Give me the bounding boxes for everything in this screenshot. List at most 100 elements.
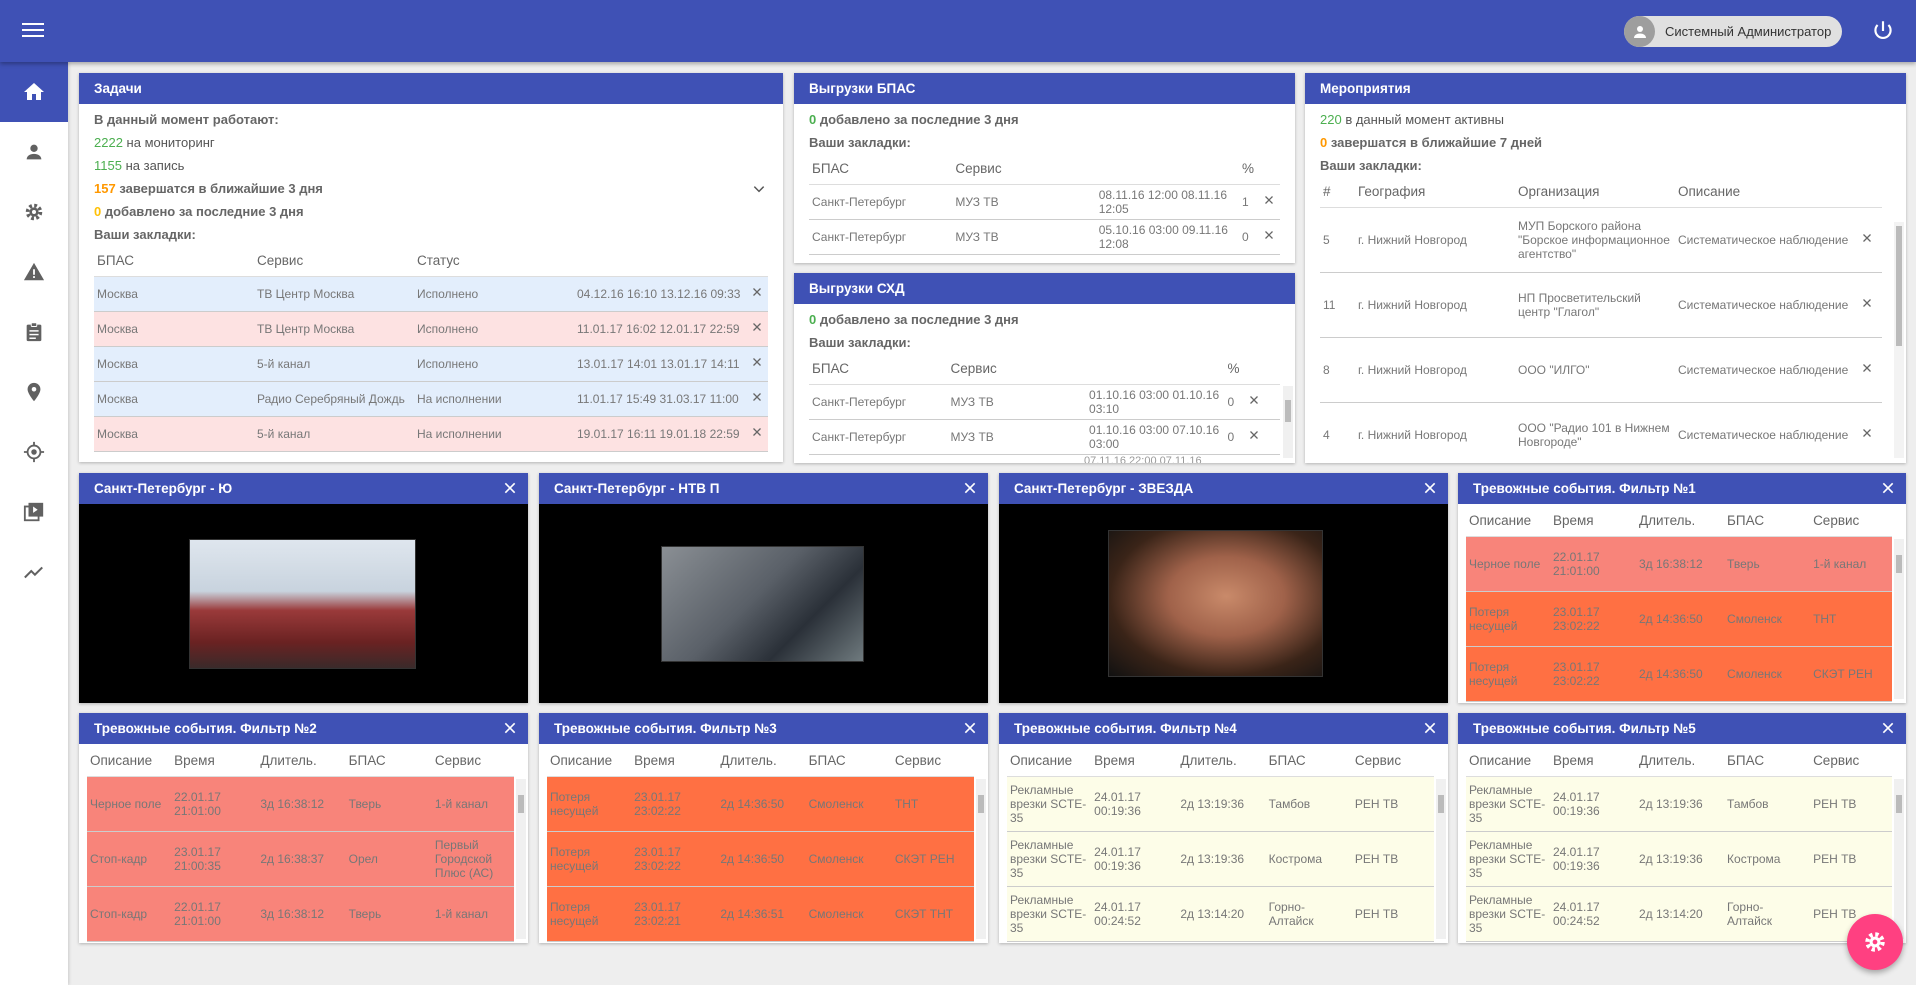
sidebar-item-alerts[interactable] [0,242,68,302]
settings-fab[interactable] [1847,914,1903,970]
cell-description: Рекламные врезки SCTE-35 [1466,886,1550,942]
video-icon [23,502,44,522]
sidebar-item-users[interactable] [0,122,68,182]
table-row[interactable]: Рекламные врезки SCTE-35 24.01.17 00:24:5… [1466,886,1892,942]
table-row[interactable]: Санкт-Петербург МУЗ ТВ 08.11.16 12:00 08.1… [809,184,1280,220]
cell-number: 5 [1320,207,1355,273]
table-row[interactable]: 5 г. Нижний Новгород МУП Борского района "… [1320,207,1882,273]
cell-service: ТНТ [1810,591,1892,647]
video-feed-1[interactable] [79,504,528,703]
close-icon[interactable] [1880,480,1896,496]
cell-time: 22.01.17 21:01:00 [171,776,258,832]
table-row[interactable]: Потеря несущей 23.01.17 23:02:22 2д 14:36:… [547,776,974,832]
scrollbar[interactable] [516,779,526,939]
close-icon[interactable] [751,391,763,403]
sidebar-item-stats[interactable] [0,542,68,602]
table-row[interactable]: 4 г. Нижний Новгород ООО "Радио 101 в Нижн… [1320,402,1882,463]
warning-icon [23,262,45,281]
table-row[interactable]: 8 г. Нижний Новгород ООО "ИЛГО" Систематиче… [1320,337,1882,403]
close-icon[interactable] [751,321,763,333]
table-row[interactable]: Рекламные врезки SCTE-35 24.01.17 00:19:3… [1466,776,1892,832]
close-icon[interactable] [502,480,518,496]
cell-service: Первый Городской Плюс (АС) [431,831,514,887]
close-icon[interactable] [1861,427,1873,439]
chevron-down-icon[interactable] [752,182,766,196]
close-icon[interactable] [1248,429,1260,441]
table-row[interactable]: Потеря несущей 23.01.17 23:02:22 2д 14:36:… [1466,591,1892,647]
table-row[interactable]: Потеря несущей 23.01.17 23:02:22 2д 14:36:… [547,831,974,887]
close-icon[interactable] [1263,194,1275,206]
alarm-table: Описание Время Длитель. БПАС Сервис Рекламные… [1007,746,1434,942]
sidebar-item-tasks[interactable] [0,302,68,362]
table-row[interactable]: Стоп-кадр 22.01.17 21:01:00 3д 16:38:12 Тве… [87,886,514,942]
table-row[interactable]: Москва Радио Серебряный Дождь На исполнени… [94,381,768,417]
scrollbar[interactable] [1283,386,1293,458]
menu-icon[interactable] [20,19,46,43]
video-feed-2[interactable] [539,504,988,703]
table-row[interactable]: Черное поле 22.01.17 21:01:00 3д 16:38:12 Т… [1466,536,1892,592]
table-row[interactable]: Москва ТВ Центр Москва Исполнено 11.01.17 1… [94,311,768,347]
close-icon[interactable] [1248,394,1260,406]
close-icon[interactable] [962,480,978,496]
close-icon[interactable] [1861,297,1873,309]
table-row[interactable]: Рекламные врезки SCTE-35 24.01.17 00:24:5… [1007,886,1434,942]
scrollbar[interactable] [1894,779,1904,939]
table-row[interactable]: Стоп-кадр 23.01.17 21:00:35 2д 16:38:37 Оре… [87,831,514,887]
table-row[interactable]: Рекламные врезки SCTE-35 24.01.17 00:19:3… [1007,776,1434,832]
table-row[interactable]: 11 г. Нижний Новгород НП Просветительский … [1320,272,1882,338]
scrollbar[interactable] [1436,779,1446,939]
close-icon[interactable] [751,286,763,298]
table-row[interactable]: Санкт-Петербург МУЗ ТВ 05.10.16 03:00 09.1… [809,219,1280,255]
table-row[interactable]: Потеря несущей 23.01.17 23:02:21 2д 14:36:… [547,886,974,942]
table-row[interactable]: Рекламные врезки SCTE-35 24.01.17 00:19:3… [1466,831,1892,887]
cell-service: 5-й канал [254,346,414,382]
table-row[interactable]: Потеря несущей 23.01.17 23:02:22 2д 14:36:… [1466,646,1892,702]
scrollbar[interactable] [1894,539,1904,699]
bpas-added-count: 0 [809,112,817,127]
sidebar-item-video[interactable] [0,482,68,542]
close-icon[interactable] [1861,362,1873,374]
close-icon[interactable] [1861,232,1873,244]
close-icon[interactable] [1422,720,1438,736]
table-row[interactable]: Москва 5-й канал Исполнено 13.01.17 14:01 1… [94,346,768,382]
close-icon[interactable] [1263,229,1275,241]
target-icon [23,441,45,463]
close-icon[interactable] [1422,480,1438,496]
table-row[interactable]: Санкт-Петербург МУЗ ТВ 01.10.16 03:00 07.1… [809,419,1280,455]
table-row[interactable]: Москва 5-й канал На исполнении 19.01.17 16:… [94,416,768,452]
top-app-bar: Системный Администратор [0,0,1916,62]
cell-service: 1-й канал [431,776,514,832]
cell-number: 8 [1320,337,1355,403]
shd-uploads-panel: Выгрузки СХД 0 добавлено за последние 3 … [794,273,1295,463]
scrollbar[interactable] [1894,222,1904,458]
close-icon[interactable] [962,720,978,736]
table-row[interactable]: Черное поле 22.01.17 21:01:00 3д 16:38:12 Т… [87,776,514,832]
gear-icon [25,203,43,221]
col-service: Сервис [952,154,1096,185]
sidebar-item-home[interactable] [0,62,68,122]
sidebar-item-target[interactable] [0,422,68,482]
scrollbar[interactable] [976,779,986,939]
power-icon[interactable] [1870,18,1896,44]
close-icon[interactable] [502,720,518,736]
cell-description: Потеря несущей [1466,646,1550,702]
cell-duration: 2д 13:19:36 [1177,831,1266,887]
col-description: Описание [87,746,172,777]
cell-description: Рекламные врезки SCTE-35 [1007,776,1092,832]
col-service: Сервис [1810,746,1892,777]
cell-dates: 11.01.17 15:49 31.03.17 11:00 [574,381,748,417]
events-ending-count: 0 [1320,135,1328,150]
cell-service: ТВ Центр Москва [254,276,414,312]
monitoring-label: на мониторинг [126,135,215,150]
user-chip[interactable]: Системный Администратор [1624,16,1842,47]
close-icon[interactable] [1880,720,1896,736]
sidebar-item-settings[interactable] [0,182,68,242]
table-row[interactable]: Рекламные врезки SCTE-35 24.01.17 00:19:3… [1007,831,1434,887]
table-row[interactable]: Санкт-Петербург МУЗ ТВ 01.10.16 03:00 01.1… [809,384,1280,420]
sidebar-item-map[interactable] [0,362,68,422]
cell-time: 23.01.17 21:00:35 [171,831,258,887]
video-feed-3[interactable] [999,504,1448,703]
close-icon[interactable] [751,356,763,368]
table-row[interactable]: Москва ТВ Центр Москва Исполнено 04.12.16 1… [94,276,768,312]
close-icon[interactable] [751,426,763,438]
